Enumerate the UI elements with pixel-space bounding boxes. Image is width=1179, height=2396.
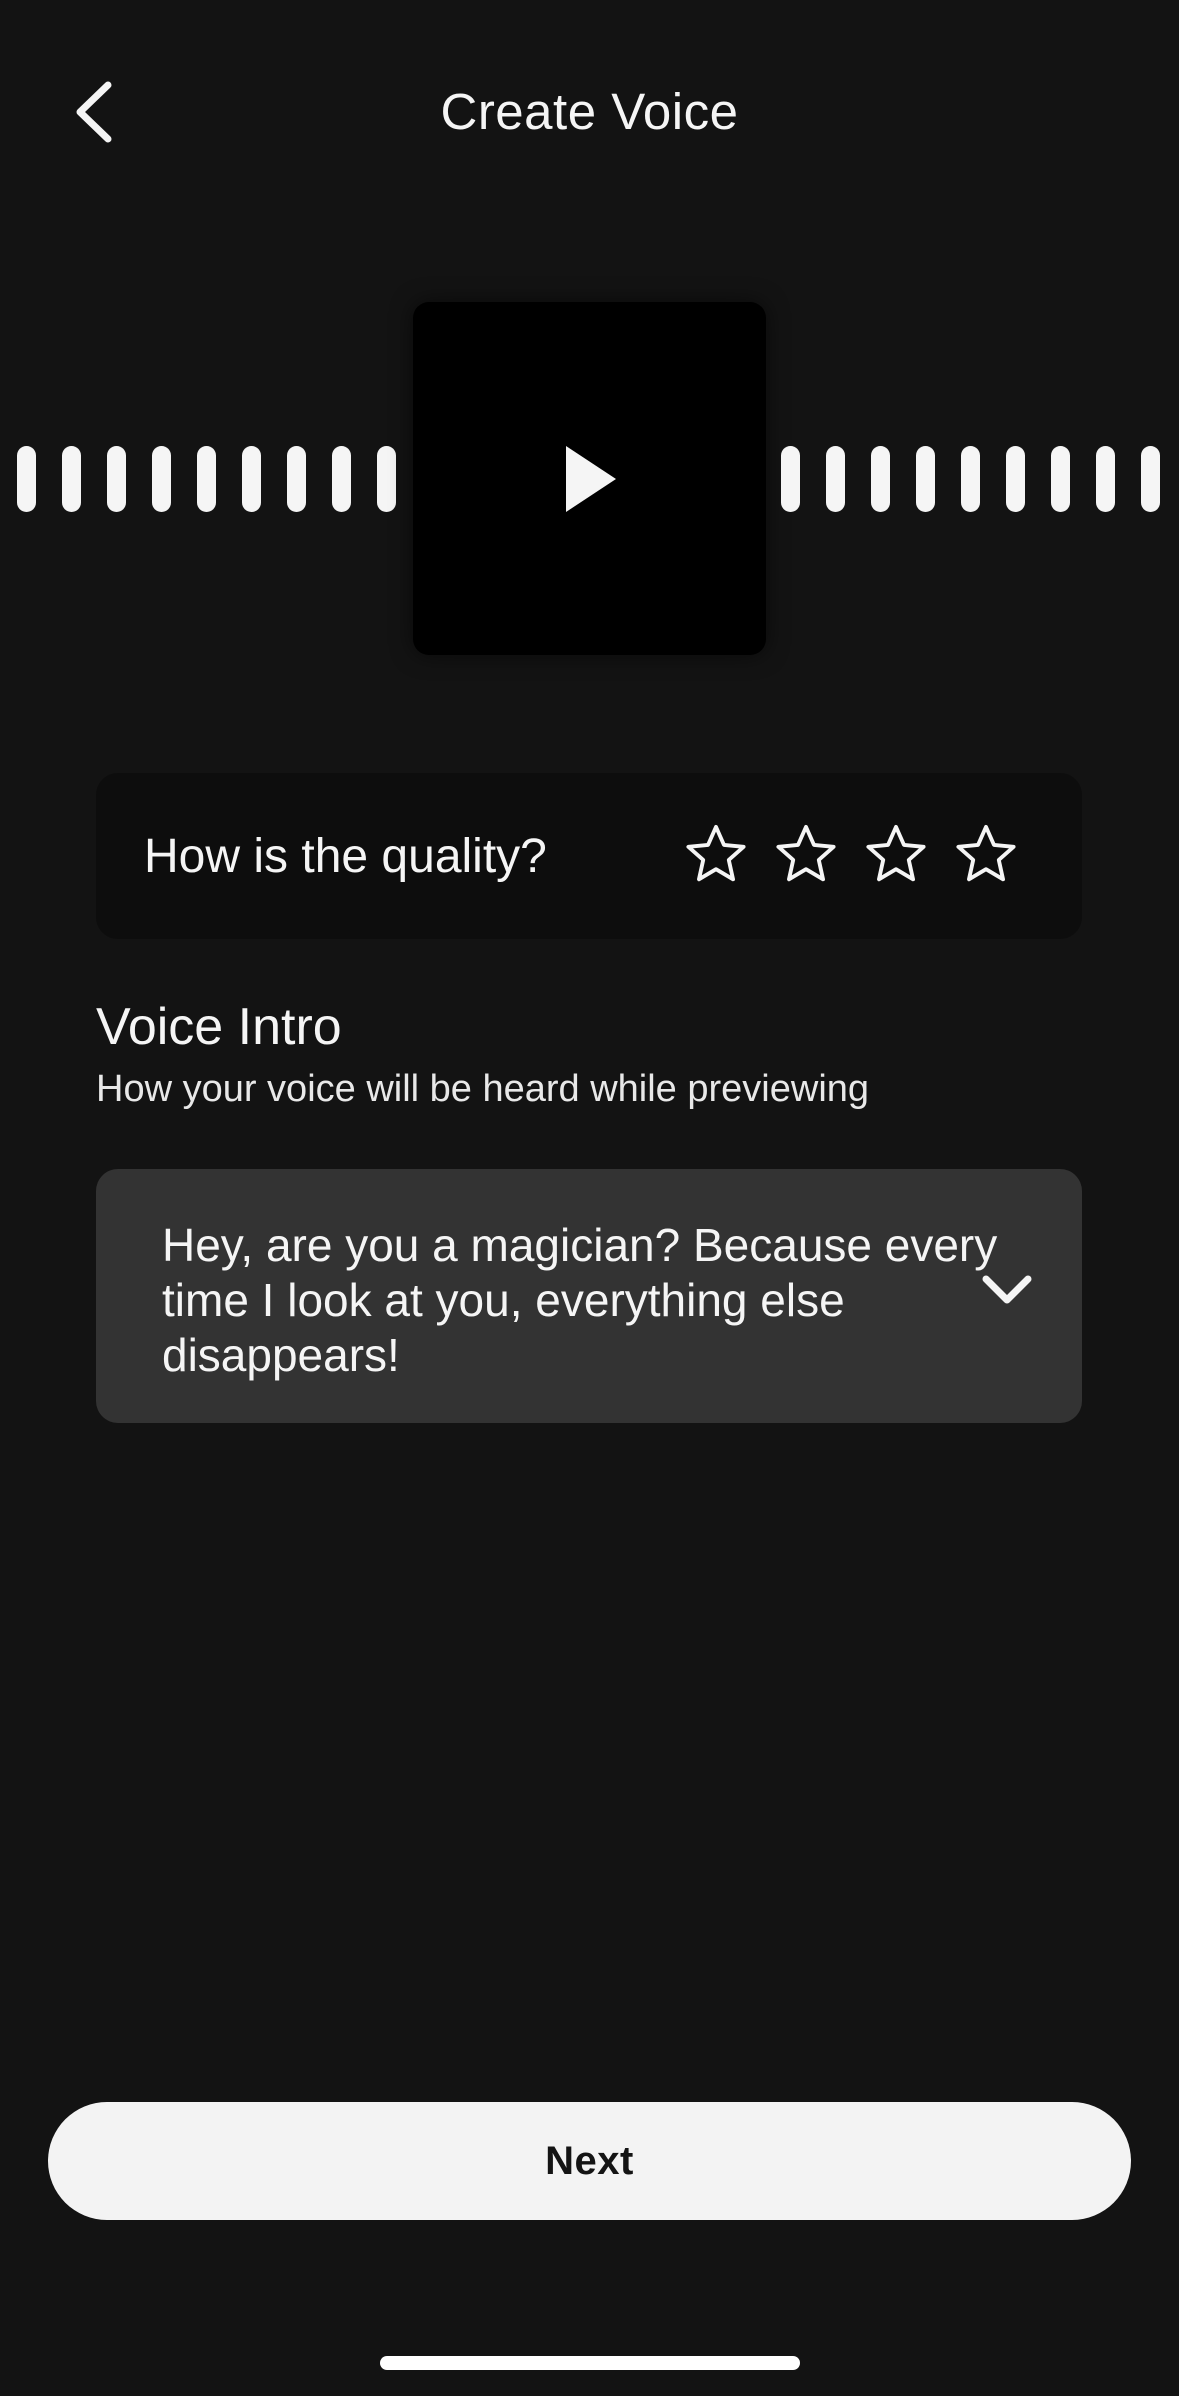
home-indicator[interactable] [380, 2356, 800, 2370]
waveform-left [17, 446, 396, 512]
star-rating [685, 823, 1017, 885]
waveform-bar [1006, 446, 1025, 512]
next-button[interactable]: Next [48, 2102, 1131, 2220]
waveform-bar [197, 446, 216, 512]
waveform-bar [377, 446, 396, 512]
quality-rating-card: How is the quality? [96, 773, 1082, 939]
waveform-bar [916, 446, 935, 512]
waveform-bar [961, 446, 980, 512]
waveform-bar [17, 446, 36, 512]
voice-intro-selected-text: Hey, are you a magician? Because every t… [162, 1219, 998, 1381]
star-outline-icon[interactable] [685, 823, 747, 885]
waveform-bar [332, 446, 351, 512]
waveform-bar [152, 446, 171, 512]
quality-question: How is the quality? [144, 830, 547, 883]
waveform-bar [1096, 446, 1115, 512]
waveform-bar [781, 446, 800, 512]
star-outline-icon[interactable] [955, 823, 1017, 885]
waveform-bar [287, 446, 306, 512]
star-outline-icon[interactable] [775, 823, 837, 885]
waveform-bar [107, 446, 126, 512]
audio-player [0, 300, 1179, 656]
play-icon [565, 445, 616, 512]
waveform-bar [1141, 446, 1160, 512]
waveform-right [781, 446, 1160, 512]
waveform-bar [62, 446, 81, 512]
voice-intro-subtitle: How your voice will be heard while previ… [96, 1068, 870, 1110]
page-title: Create Voice [440, 83, 739, 140]
chevron-down-icon [982, 1275, 1032, 1304]
next-button-label: Next [545, 2138, 634, 2183]
waveform-bar [826, 446, 845, 512]
header: Create Voice [0, 0, 1179, 230]
waveform-bar [242, 446, 261, 512]
play-button[interactable] [413, 302, 766, 655]
voice-intro-dropdown[interactable]: Hey, are you a magician? Because every t… [96, 1169, 1082, 1423]
waveform-bar [1051, 446, 1070, 512]
star-outline-icon[interactable] [865, 823, 927, 885]
waveform-bar [871, 446, 890, 512]
voice-intro-title: Voice Intro [96, 998, 342, 1056]
